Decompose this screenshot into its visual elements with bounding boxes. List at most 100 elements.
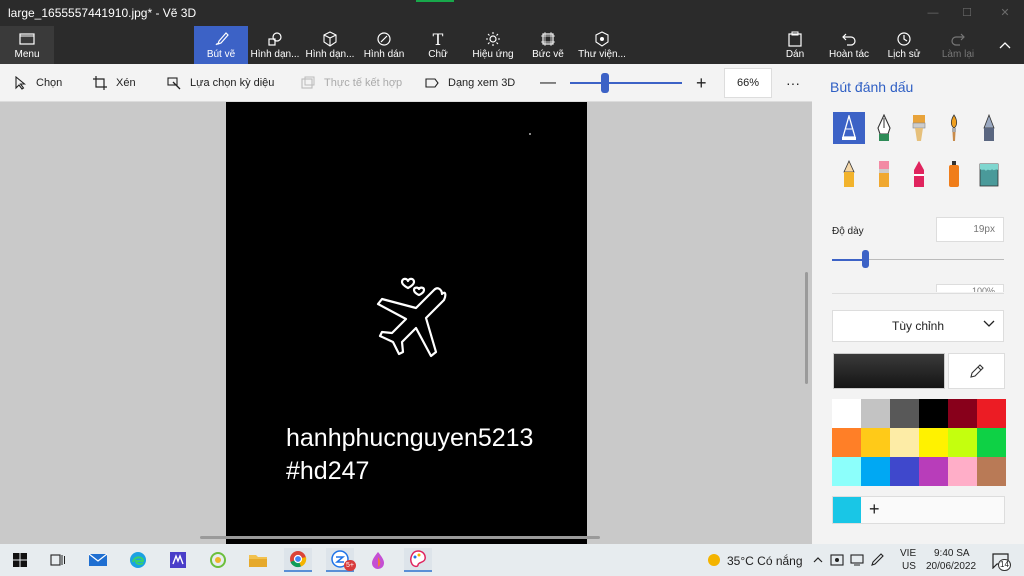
taskbar-mail[interactable] xyxy=(84,548,112,572)
taskbar-explorer[interactable] xyxy=(244,548,272,572)
pen-button[interactable] xyxy=(868,548,886,572)
oil-brush[interactable] xyxy=(903,112,935,144)
thickness-slider-thumb[interactable] xyxy=(862,250,869,268)
weather-button[interactable] xyxy=(700,548,728,572)
close-button[interactable]: ✕ xyxy=(990,4,1020,22)
crop-label: Xén xyxy=(116,77,136,89)
pixel-pen-brush[interactable] xyxy=(973,112,1005,144)
color-swatch[interactable] xyxy=(948,428,977,457)
text-icon: T xyxy=(432,29,444,49)
taskbar-app-leaf[interactable] xyxy=(204,548,232,572)
window-title: large_1655557441910.jpg* - Vẽ 3D xyxy=(8,6,197,20)
color-swatch[interactable] xyxy=(861,428,890,457)
color-swatch[interactable] xyxy=(977,428,1006,457)
menu-button[interactable]: Menu xyxy=(0,26,54,64)
pencil-brush[interactable] xyxy=(833,158,865,190)
magic-select-tool[interactable]: Lựa chọn kỳ diệu xyxy=(166,64,274,102)
view-3d-icon xyxy=(424,75,440,91)
select-tool[interactable]: Chọn xyxy=(12,64,62,102)
magic-select-label: Lựa chọn kỳ diệu xyxy=(190,77,275,89)
color-swatch[interactable] xyxy=(890,428,919,457)
maximize-button[interactable]: ☐ xyxy=(952,4,982,22)
add-color-button[interactable]: + xyxy=(869,499,880,520)
tab-text[interactable]: T Chữ xyxy=(420,26,456,64)
eraser-brush[interactable] xyxy=(868,158,900,190)
language-region[interactable]: US xyxy=(902,561,916,572)
color-swatch[interactable] xyxy=(861,457,890,486)
crop-tool[interactable]: Xén xyxy=(92,64,136,102)
zoom-in-button[interactable]: + xyxy=(696,64,707,102)
m-app-icon xyxy=(170,552,186,568)
collapse-ribbon-button[interactable] xyxy=(994,26,1016,64)
color-swatch[interactable] xyxy=(948,399,977,428)
panel-title: Bút đánh dấu xyxy=(830,79,914,95)
thickness-label: Độ dày xyxy=(832,226,864,237)
history-button[interactable]: Lịch sử xyxy=(884,26,924,64)
color-swatch[interactable] xyxy=(832,457,861,486)
color-swatch[interactable] xyxy=(948,457,977,486)
zoom-slider-track[interactable] xyxy=(570,82,682,84)
zoom-slider-thumb[interactable] xyxy=(601,73,609,93)
fill-bucket-brush[interactable] xyxy=(973,158,1005,190)
clipboard-icon xyxy=(785,30,805,48)
calligraphy-pen-brush[interactable] xyxy=(868,112,900,144)
chrome-icon xyxy=(290,551,307,568)
zoom-level[interactable]: 66% xyxy=(724,68,772,98)
opacity-input[interactable]: 100% xyxy=(936,284,1004,292)
redo-button[interactable]: Làm lại xyxy=(940,26,976,64)
eyedropper-button[interactable] xyxy=(948,353,1005,389)
color-mode-dropdown[interactable]: Tùy chỉnh xyxy=(832,310,1004,342)
clock-time[interactable]: 9:40 SA xyxy=(934,548,970,559)
color-swatch[interactable] xyxy=(861,399,890,428)
mixed-reality-tool[interactable]: Thực tế kết hợp xyxy=(300,64,402,102)
tray-expand-button[interactable] xyxy=(810,548,826,572)
view-3d-tool[interactable]: Dạng xem 3D xyxy=(424,64,515,102)
language-code[interactable]: VIE xyxy=(900,548,916,559)
network-button[interactable] xyxy=(848,548,866,572)
thickness-input[interactable]: 19px xyxy=(936,217,1004,242)
paste-button[interactable]: Dán xyxy=(780,26,810,64)
minimize-button[interactable]: — xyxy=(918,4,948,22)
color-swatch[interactable] xyxy=(919,428,948,457)
task-view-button[interactable] xyxy=(44,548,72,572)
color-swatch[interactable] xyxy=(977,399,1006,428)
color-swatch[interactable] xyxy=(977,457,1006,486)
undo-label: Hoàn tác xyxy=(828,49,870,60)
taskbar-app-m[interactable] xyxy=(164,548,192,572)
color-swatch[interactable] xyxy=(832,428,861,457)
tab-label: Hình dạn... xyxy=(305,49,355,60)
tab-brushes[interactable]: Bút vẽ xyxy=(194,26,248,64)
tab-canvas[interactable]: Bức vẽ xyxy=(528,26,568,64)
mixed-reality-label: Thực tế kết hợp xyxy=(324,77,403,89)
marker-brush[interactable] xyxy=(833,112,865,144)
clock-date[interactable]: 20/06/2022 xyxy=(926,561,976,572)
taskbar-paint3d[interactable] xyxy=(404,548,432,572)
tab-stickers[interactable]: Hình dán xyxy=(362,26,406,64)
taskbar-app-drop[interactable] xyxy=(364,548,392,572)
zoom-out-button[interactable]: — xyxy=(540,64,556,102)
drawing-canvas[interactable]: hanhphucnguyen5213 #hd247 xyxy=(226,102,587,544)
vertical-scrollbar[interactable] xyxy=(805,272,808,384)
network-icon xyxy=(850,554,864,566)
custom-color-swatch[interactable] xyxy=(833,497,861,523)
tab-effects[interactable]: Hiệu ứng xyxy=(470,26,516,64)
spray-can-brush[interactable] xyxy=(938,158,970,190)
tab-3d-shapes[interactable]: Hình dạn... xyxy=(304,26,356,64)
watercolor-brush[interactable] xyxy=(938,112,970,144)
more-button[interactable]: ··· xyxy=(786,64,800,102)
current-color-preview[interactable] xyxy=(833,353,945,389)
color-swatch[interactable] xyxy=(890,399,919,428)
color-swatch[interactable] xyxy=(919,457,948,486)
color-swatch[interactable] xyxy=(832,399,861,428)
horizontal-scrollbar[interactable] xyxy=(200,536,600,539)
taskbar-edge[interactable] xyxy=(124,548,152,572)
tray-app-icon[interactable] xyxy=(828,548,846,572)
color-swatch[interactable] xyxy=(890,457,919,486)
undo-button[interactable]: Hoàn tác xyxy=(826,26,872,64)
taskbar-chrome[interactable] xyxy=(284,548,312,572)
start-button[interactable] xyxy=(6,548,34,572)
color-swatch[interactable] xyxy=(919,399,948,428)
tab-library[interactable]: Thư viện... xyxy=(578,26,626,64)
tab-2d-shapes[interactable]: Hình dạn... xyxy=(250,26,300,64)
crayon-brush[interactable] xyxy=(903,158,935,190)
